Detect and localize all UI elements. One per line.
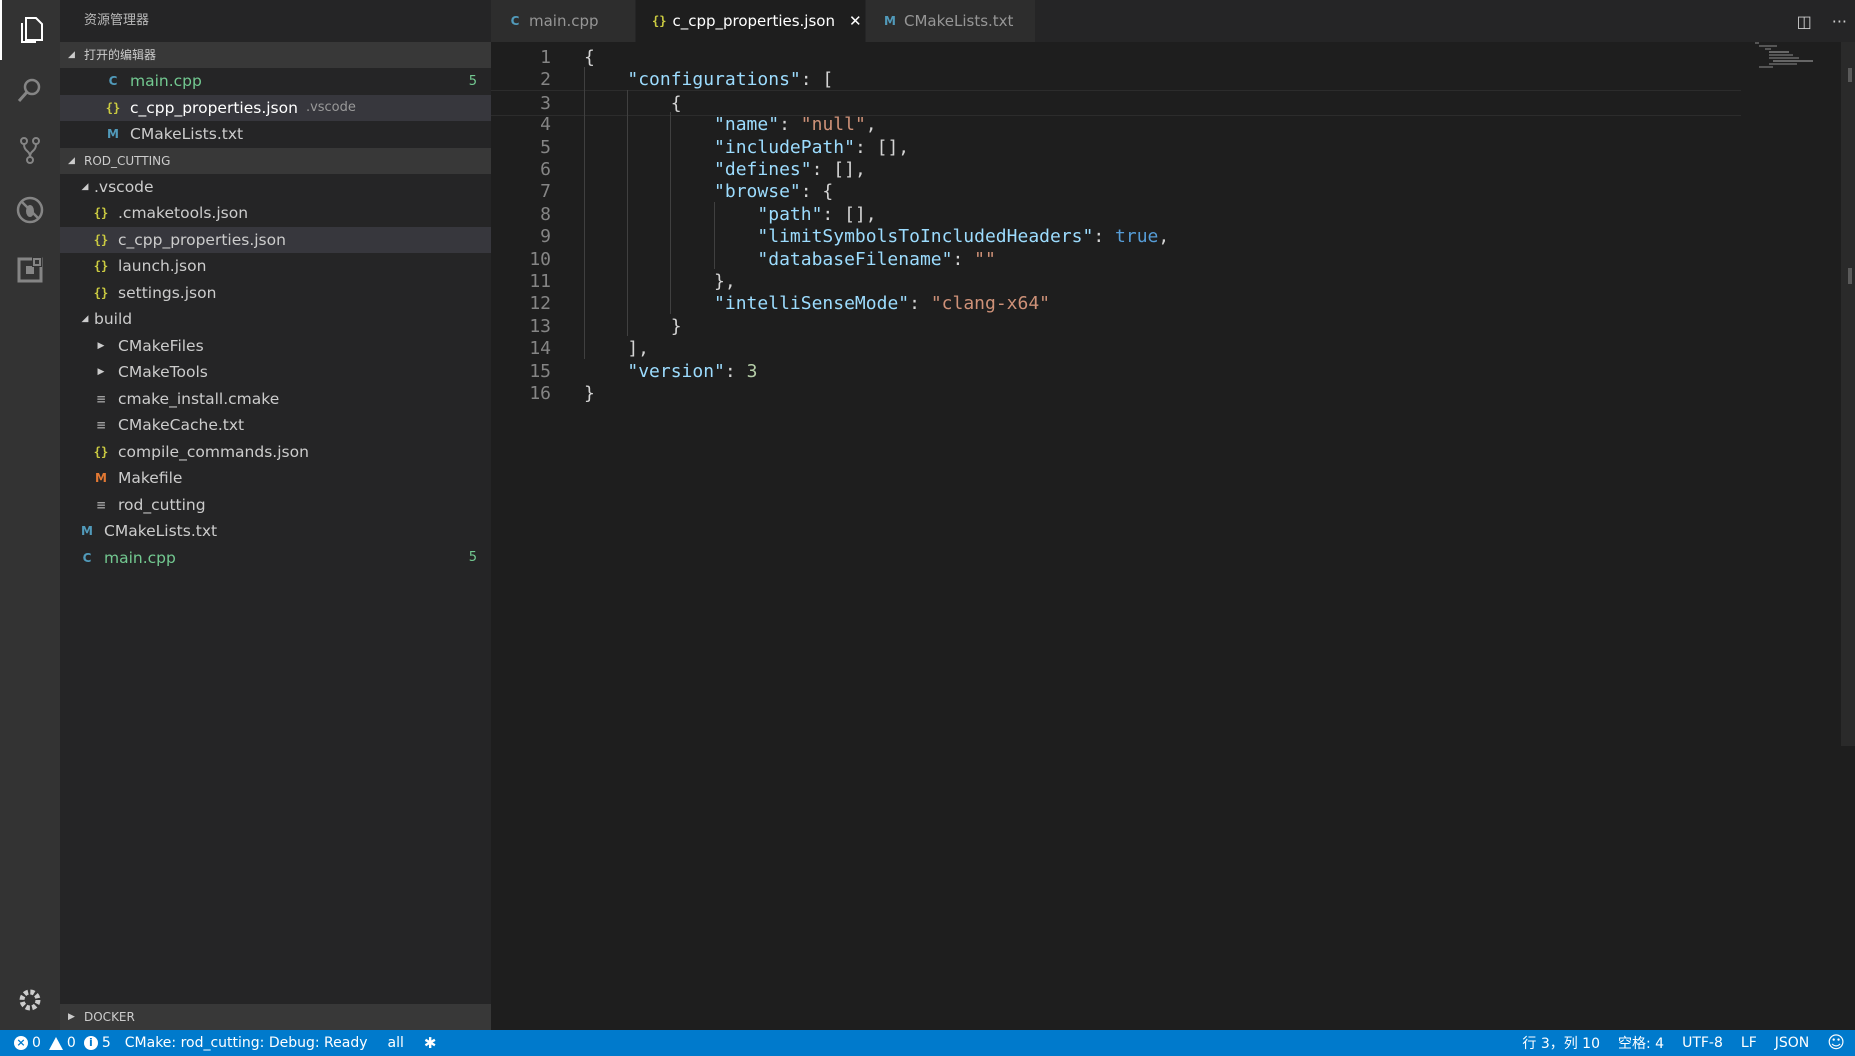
json-file-icon: {} bbox=[93, 444, 109, 459]
file-compile-commands[interactable]: {} compile_commands.json bbox=[60, 439, 491, 466]
indent-guide bbox=[584, 67, 585, 359]
feedback-smiley-icon[interactable]: ☺ bbox=[1827, 1033, 1845, 1053]
open-editor-item-c-cpp-properties[interactable]: {} c_cpp_properties.json .vscode bbox=[60, 94, 491, 121]
chevron-right-icon: ▶ bbox=[68, 1012, 75, 1022]
open-editor-item-main-cpp[interactable]: C main.cpp 5 bbox=[60, 68, 491, 95]
problem-count-badge: 5 bbox=[468, 73, 477, 89]
text-file-icon: ≡ bbox=[95, 418, 107, 433]
docker-section-header[interactable]: ▶ DOCKER bbox=[60, 1004, 491, 1030]
chevron-down-icon: ◢ bbox=[68, 155, 75, 166]
editor-tabs: C main.cpp {} c_cpp_properties.json ✕ M … bbox=[491, 0, 1855, 42]
error-icon: × bbox=[14, 1036, 28, 1050]
file-c-cpp-properties-json[interactable]: {} c_cpp_properties.json bbox=[60, 226, 491, 253]
tab-c-cpp-properties[interactable]: {} c_cpp_properties.json ✕ bbox=[636, 0, 866, 42]
more-actions-icon[interactable]: ··· bbox=[1832, 12, 1847, 31]
text-file-icon: ≡ bbox=[95, 391, 107, 406]
project-folder-header[interactable]: ◢ ROD_CUTTING bbox=[60, 147, 491, 174]
folder-vscode[interactable]: ◢ .vscode bbox=[60, 174, 491, 201]
end-of-line[interactable]: LF bbox=[1741, 1035, 1757, 1051]
file-cmaketools-json[interactable]: {} .cmaketools.json bbox=[60, 200, 491, 227]
explorer-icon[interactable] bbox=[0, 0, 60, 60]
open-editor-item-cmakelists[interactable]: M CMakeLists.txt bbox=[60, 121, 491, 148]
scroll-marker bbox=[1848, 68, 1852, 82]
search-icon[interactable] bbox=[0, 60, 60, 120]
chevron-right-icon: ▶ bbox=[97, 340, 105, 351]
code-editor[interactable]: 1{2 "configurations": [3 {4 "name": "nul… bbox=[491, 42, 1855, 1030]
file-rod-cutting[interactable]: ≡ rod_cutting bbox=[60, 492, 491, 519]
file-main-cpp[interactable]: C main.cpp 5 bbox=[60, 545, 491, 572]
cmake-status[interactable]: CMake: rod_cutting: Debug: Ready bbox=[125, 1035, 368, 1051]
scroll-marker bbox=[1848, 268, 1852, 284]
file-launch-json[interactable]: {} launch.json bbox=[60, 253, 491, 280]
language-mode[interactable]: JSON bbox=[1775, 1035, 1810, 1051]
json-file-icon: {} bbox=[652, 14, 667, 28]
folder-hint: .vscode bbox=[305, 100, 356, 116]
status-bar: × 0 0 i 5 CMake: rod_cutting: Debug: Rea… bbox=[0, 1030, 1855, 1056]
indent-guide bbox=[670, 112, 672, 314]
makefile-icon: M bbox=[95, 471, 107, 486]
text-file-icon: ≡ bbox=[95, 497, 107, 512]
json-file-icon: {} bbox=[105, 100, 121, 115]
cpp-file-icon: C bbox=[82, 550, 92, 565]
file-cmake-install[interactable]: ≡ cmake_install.cmake bbox=[60, 386, 491, 413]
folder-cmaketools[interactable]: ▶ CMakeTools bbox=[60, 359, 491, 386]
chevron-right-icon: ▶ bbox=[97, 367, 105, 378]
line-number: 16 bbox=[529, 383, 551, 404]
cmake-file-icon: M bbox=[81, 524, 93, 539]
json-file-icon: {} bbox=[93, 232, 109, 247]
indentation[interactable]: 空格: 4 bbox=[1618, 1033, 1664, 1053]
tab-main-cpp[interactable]: C main.cpp bbox=[491, 0, 636, 42]
cmake-file-icon: M bbox=[884, 14, 896, 28]
file-settings-json[interactable]: {} settings.json bbox=[60, 280, 491, 307]
folder-cmakefiles[interactable]: ▶ CMakeFiles bbox=[60, 333, 491, 360]
close-icon[interactable]: ✕ bbox=[849, 12, 862, 30]
warning-icon bbox=[48, 1036, 63, 1050]
tab-actions: ◫ ··· bbox=[1797, 0, 1847, 42]
indent-guide bbox=[627, 89, 629, 337]
cmake-target[interactable]: all bbox=[388, 1035, 404, 1051]
activity-bar bbox=[0, 0, 60, 1030]
cpp-file-icon: C bbox=[108, 74, 118, 89]
encoding[interactable]: UTF-8 bbox=[1682, 1035, 1723, 1051]
source-control-icon[interactable] bbox=[0, 120, 60, 180]
debug-bug-icon[interactable]: ✱ bbox=[424, 1034, 437, 1052]
json-file-icon: {} bbox=[93, 259, 109, 274]
json-file-icon: {} bbox=[93, 285, 109, 300]
vertical-scrollbar[interactable] bbox=[1841, 42, 1855, 746]
problem-count-badge: 5 bbox=[468, 550, 477, 566]
sidebar-title: 资源管理器 bbox=[84, 13, 150, 28]
problems-indicator[interactable]: × 0 0 i 5 bbox=[14, 1035, 111, 1051]
cursor-position[interactable]: 行 3，列 10 bbox=[1522, 1033, 1600, 1053]
open-editors-header[interactable]: ◢ 打开的编辑器 bbox=[60, 42, 491, 68]
info-icon: i bbox=[83, 1036, 98, 1050]
chevron-down-icon: ◢ bbox=[81, 314, 89, 325]
split-editor-icon[interactable]: ◫ bbox=[1797, 12, 1812, 31]
file-makefile[interactable]: M Makefile bbox=[60, 465, 491, 492]
line-code: } bbox=[584, 383, 595, 404]
json-file-icon: {} bbox=[93, 206, 109, 221]
folder-build[interactable]: ◢ build bbox=[60, 306, 491, 333]
explorer-sidebar: 资源管理器 ◢ 打开的编辑器 C main.cpp 5 {} c_cpp_pro… bbox=[60, 0, 491, 1030]
indent-guide bbox=[713, 201, 715, 269]
file-cmakecache[interactable]: ≡ CMakeCache.txt bbox=[60, 412, 491, 439]
settings-gear-icon[interactable] bbox=[0, 970, 60, 1030]
file-cmakelists[interactable]: M CMakeLists.txt bbox=[60, 518, 491, 545]
cpp-file-icon: C bbox=[510, 14, 520, 28]
debug-icon[interactable] bbox=[0, 180, 60, 240]
tab-cmakelists[interactable]: M CMakeLists.txt bbox=[866, 0, 1036, 42]
cmake-file-icon: M bbox=[107, 127, 119, 142]
extensions-icon[interactable] bbox=[0, 240, 60, 300]
chevron-down-icon: ◢ bbox=[68, 50, 75, 60]
chevron-down-icon: ◢ bbox=[81, 181, 89, 192]
code-line[interactable]: 16} bbox=[491, 381, 1741, 408]
minimap[interactable] bbox=[1755, 42, 1815, 72]
